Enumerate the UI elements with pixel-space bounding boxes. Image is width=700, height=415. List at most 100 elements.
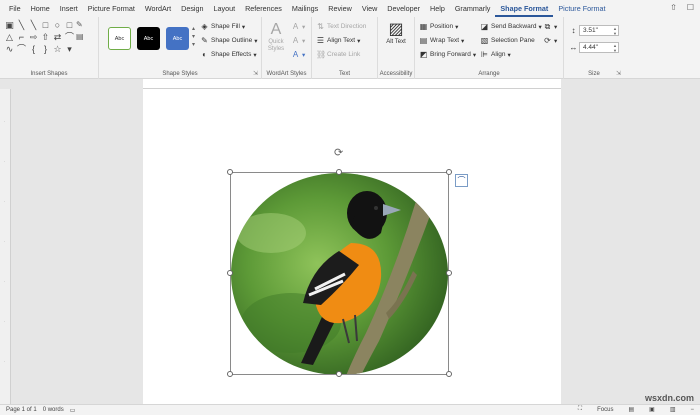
alt-text-button[interactable]: ▨ Alt Text [381, 21, 411, 46]
group-label-accessibility: Accessibility [379, 71, 413, 77]
proofing-icon[interactable]: ▭ [70, 407, 76, 414]
edit-shape-icon[interactable]: ✎ [76, 20, 84, 29]
tab-shape-format[interactable]: Shape Format [495, 0, 554, 17]
tab-developer[interactable]: Developer [382, 0, 425, 17]
layout-options-icon[interactable]: ⌒ [455, 174, 468, 187]
line-shape-icon[interactable]: ╲ [16, 20, 27, 31]
rectangle-shape-icon[interactable]: □ [40, 20, 51, 31]
resize-handle-bottom-left[interactable] [227, 371, 233, 377]
resize-handle-top-left[interactable] [227, 169, 233, 175]
resize-handle-left[interactable] [227, 270, 233, 276]
scroll-down-icon[interactable]: ▾ [192, 33, 195, 40]
comments-icon[interactable]: ☐ [687, 3, 694, 12]
print-layout-icon[interactable]: ▣ [649, 406, 655, 413]
tab-references[interactable]: References [240, 0, 287, 17]
rectangle-shape-icon[interactable]: □ [64, 20, 75, 31]
quick-styles-button[interactable]: A Quick Styles [264, 21, 288, 53]
bring-forward-icon: ◩ [419, 50, 428, 59]
scroll-up-icon[interactable]: ▴ [192, 25, 195, 32]
tab-design[interactable]: Design [176, 0, 208, 17]
equation-shape-icon[interactable]: ⇄ [52, 32, 63, 43]
text-effects-icon: A [292, 50, 299, 59]
tab-layout[interactable]: Layout [209, 0, 241, 17]
group-label-shape-styles: Shape Styles [162, 71, 198, 77]
shape-fill-button[interactable]: ◈ Shape Fill ▾ [200, 22, 245, 31]
zoom-out-icon[interactable]: − [690, 407, 694, 413]
resize-handle-top[interactable] [336, 169, 342, 175]
resize-handle-top-right[interactable] [446, 169, 452, 175]
align-text-button[interactable]: ☰ Align Text ▾ [316, 36, 360, 45]
tab-insert[interactable]: Insert [55, 0, 83, 17]
tab-mailings[interactable]: Mailings [287, 0, 323, 17]
width-spinner-icon[interactable]: ▲ ▼ [613, 43, 617, 53]
position-button[interactable]: ▦ Position ▾ [419, 22, 459, 31]
rotate-button[interactable]: ⟳ ▾ [543, 36, 557, 45]
elbow-connector-icon[interactable]: ⌐ [16, 32, 27, 43]
shape-outline-button[interactable]: ✎ Shape Outline ▾ [200, 36, 257, 45]
more-shapes-icon[interactable]: ▾ [64, 44, 75, 55]
tab-home[interactable]: Home [26, 0, 55, 17]
shape-height-value: 3.51" [583, 27, 598, 34]
arc-shape-icon[interactable]: ⌒ [16, 44, 27, 55]
wrap-text-button[interactable]: ▤ Wrap Text ▾ [419, 36, 465, 45]
freeform-shape-icon[interactable]: ⌒ [64, 32, 75, 43]
oval-shape-icon[interactable]: ○ [52, 20, 63, 31]
brace-left-icon[interactable]: { [28, 44, 39, 55]
share-icon[interactable]: ⇧ [670, 3, 677, 12]
shape-style-white-swatch[interactable]: Abc [108, 27, 131, 50]
text-effects-button[interactable]: A ▾ [291, 50, 305, 59]
tab-picture-format[interactable]: Picture Format [83, 0, 140, 17]
brace-right-icon[interactable]: } [40, 44, 51, 55]
group-objects-button[interactable]: ⧉ ▾ [543, 22, 558, 32]
arrow-right-icon[interactable]: ⇨ [28, 32, 39, 43]
selection-pane-button[interactable]: ▧ Selection Pane [480, 36, 535, 45]
bring-forward-button[interactable]: ◩ Bring Forward ▾ [419, 50, 476, 59]
resize-handle-bottom[interactable] [336, 371, 342, 377]
focus-icon[interactable]: ⛶ [578, 406, 582, 413]
text-direction-button[interactable]: ⇅ Text Direction [316, 22, 366, 31]
shape-style-black-swatch[interactable]: Abc [137, 27, 160, 50]
paint-bucket-icon: ◈ [201, 22, 208, 31]
styles-gallery-scroll[interactable]: ▴ ▾ ▾ [192, 25, 195, 48]
arrow-up-icon[interactable]: ⇧ [40, 32, 51, 43]
shape-effects-button[interactable]: ◐ Shape Effects ▾ [200, 50, 257, 59]
star-shape-icon[interactable]: ☆ [52, 44, 63, 55]
draw-textbox-icon[interactable]: ▤ [76, 32, 84, 41]
shape-width-icon: ↔ [569, 43, 578, 52]
tab-wordart[interactable]: WordArt [140, 0, 176, 17]
create-link-button[interactable]: ⛓ Create Link [316, 50, 360, 59]
tab-view[interactable]: View [357, 0, 382, 17]
rotate-handle-icon[interactable]: ⟳ [334, 146, 343, 159]
tab-review[interactable]: Review [323, 0, 357, 17]
textbox-shape-icon[interactable]: ▣ [4, 20, 15, 31]
tab-file[interactable]: File [4, 0, 26, 17]
shape-width-input[interactable]: 4.44" ▲ ▼ [579, 42, 619, 53]
resize-handle-bottom-right[interactable] [446, 371, 452, 377]
tab-grammarly[interactable]: Grammarly [450, 0, 496, 17]
page-count[interactable]: Page 1 of 1 [6, 407, 37, 413]
size-dialog-launcher-icon[interactable]: ⇲ [616, 70, 621, 77]
text-outline-button[interactable]: A ▾ [291, 36, 305, 45]
curve-shape-icon[interactable]: ∿ [4, 44, 15, 55]
line-shape-icon[interactable]: ╲ [28, 20, 39, 31]
shape-height-input[interactable]: 3.51" ▲ ▼ [579, 25, 619, 36]
read-mode-icon[interactable]: ▤ [628, 406, 634, 413]
resize-handle-right[interactable] [446, 270, 452, 276]
shape-style-blue-swatch[interactable]: Abc [166, 27, 189, 50]
triangle-shape-icon[interactable]: △ [4, 32, 15, 43]
text-fill-button[interactable]: A ▾ [291, 22, 305, 31]
dialog-launcher-icon[interactable]: ⇲ [253, 70, 258, 77]
more-styles-icon[interactable]: ▾ [192, 41, 195, 48]
focus-label[interactable]: Focus [597, 407, 613, 413]
send-backward-button[interactable]: ◪ Send Backward ▾ [480, 22, 542, 31]
align-button[interactable]: ⊫ Align ▾ [480, 50, 511, 59]
web-layout-icon[interactable]: ▥ [670, 406, 676, 413]
word-count[interactable]: 0 words [43, 407, 64, 413]
chevron-down-icon: ▾ [357, 37, 361, 45]
position-label: Position [430, 23, 454, 30]
cropped-bird-picture[interactable] [231, 173, 448, 375]
height-spinner-icon[interactable]: ▲ ▼ [613, 26, 617, 36]
align-text-label: Align Text [327, 37, 356, 44]
tab-picture-format-context[interactable]: Picture Format [553, 0, 610, 17]
tab-help[interactable]: Help [425, 0, 450, 17]
